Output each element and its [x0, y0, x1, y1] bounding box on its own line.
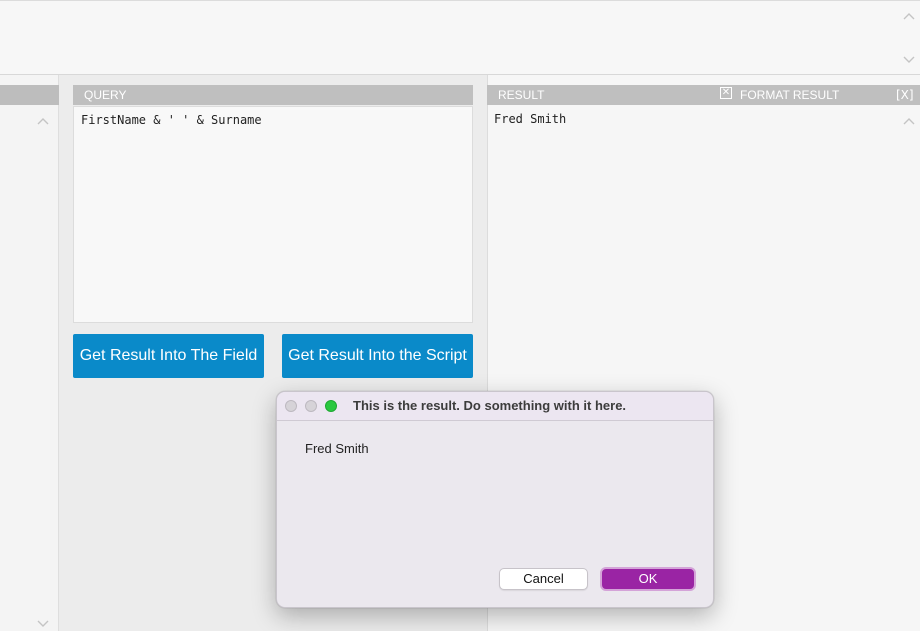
ok-button[interactable]: OK: [600, 567, 696, 591]
checkbox-checked-icon[interactable]: ✕: [720, 87, 732, 99]
close-window-icon[interactable]: [285, 400, 297, 412]
left-panel: [0, 75, 59, 631]
get-result-into-script-button[interactable]: Get Result Into the Script: [282, 334, 473, 378]
chevron-down-icon[interactable]: [902, 55, 916, 65]
chevron-up-icon[interactable]: [902, 116, 916, 126]
dialog-title: This is the result. Do something with it…: [353, 398, 627, 413]
minimize-window-icon[interactable]: [305, 400, 317, 412]
dialog-titlebar[interactable]: This is the result. Do something with it…: [277, 392, 713, 421]
query-input[interactable]: FirstName & ' ' & Surname: [73, 106, 473, 323]
result-dialog: This is the result. Do something with it…: [276, 391, 714, 608]
close-result-button[interactable]: [X]: [896, 85, 914, 105]
left-panel-header: [0, 85, 59, 105]
chevron-up-icon[interactable]: [36, 116, 50, 126]
zoom-window-icon[interactable]: [325, 400, 337, 412]
query-header: QUERY: [73, 85, 473, 105]
result-value: Fred Smith: [494, 112, 567, 126]
cancel-button[interactable]: Cancel: [499, 568, 588, 590]
format-result-label[interactable]: FORMAT RESULT: [740, 85, 839, 105]
result-header: RESULT: [487, 85, 920, 105]
top-toolbar-area: [0, 0, 920, 75]
app-window: QUERY FirstName & ' ' & Surname Get Resu…: [0, 0, 920, 631]
chevron-up-icon[interactable]: [902, 11, 916, 21]
chevron-down-icon[interactable]: [36, 619, 50, 629]
dialog-message: Fred Smith: [305, 441, 369, 456]
get-result-into-field-button[interactable]: Get Result Into The Field: [73, 334, 264, 378]
